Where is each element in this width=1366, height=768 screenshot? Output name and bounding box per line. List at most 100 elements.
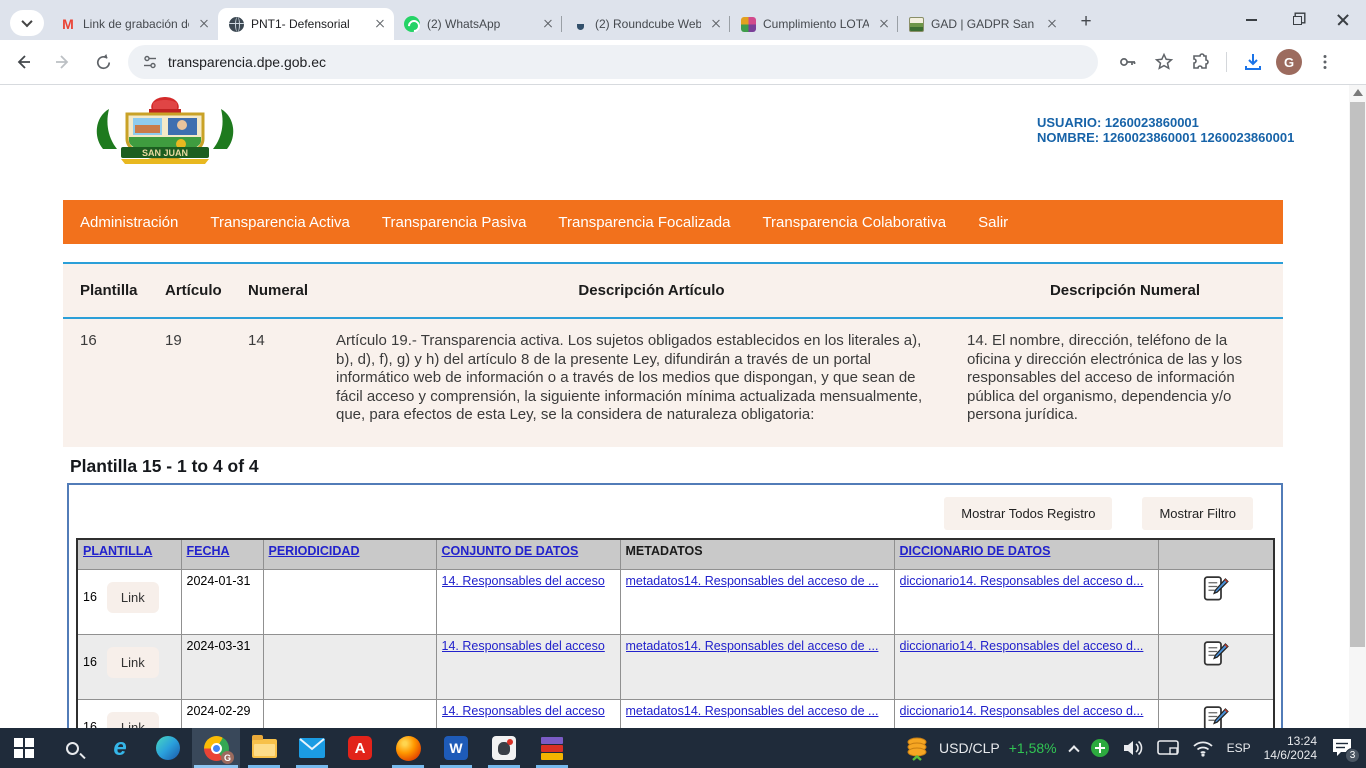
link-button[interactable]: Link (107, 712, 159, 729)
url-text: transparencia.dpe.gob.ec (168, 54, 326, 70)
tab-search-button[interactable] (10, 10, 44, 36)
language-indicator[interactable]: ESP (1227, 741, 1251, 755)
sort-fecha-link[interactable]: FECHA (187, 544, 230, 558)
close-icon[interactable] (540, 16, 556, 32)
taskbar-acrobat[interactable]: A (336, 728, 384, 768)
metadatos-link[interactable]: metadatos14. Responsables del acceso de … (626, 574, 889, 588)
tab-gad[interactable]: GAD | GADPR San Jua (898, 8, 1066, 40)
taskbar-file-explorer[interactable] (240, 728, 288, 768)
scroll-up-icon[interactable] (1353, 89, 1363, 96)
extensions-button[interactable] (1184, 46, 1216, 78)
currency-ticker[interactable]: USD/CLP +1,58% (904, 735, 1057, 761)
antivirus-icon[interactable] (1091, 739, 1109, 757)
roundcube-icon (572, 16, 588, 32)
wifi-icon[interactable] (1192, 740, 1214, 757)
key-icon (1118, 52, 1138, 72)
back-button[interactable] (6, 45, 40, 79)
link-button[interactable]: Link (107, 582, 159, 613)
conjunto-link[interactable]: 14. Responsables del acceso (442, 639, 615, 653)
close-icon[interactable] (196, 16, 212, 32)
window-controls (1228, 0, 1366, 40)
profile-button[interactable]: G (1273, 46, 1305, 78)
menu-button[interactable] (1309, 46, 1341, 78)
time-text: 13:24 (1264, 734, 1317, 748)
mostrar-filtro-button[interactable]: Mostrar Filtro (1142, 497, 1253, 530)
nav-item-administracion[interactable]: Administración (80, 214, 178, 231)
notification-center-button[interactable]: 3 (1330, 735, 1356, 761)
row-periodicidad (263, 699, 436, 728)
taskbar-edge[interactable] (144, 728, 192, 768)
nav-item-transparencia-colaborativa[interactable]: Transparencia Colaborativa (762, 214, 946, 231)
header-descripcion-numeral: Descripción Numeral (967, 282, 1283, 299)
back-icon (14, 53, 32, 71)
avatar: G (1276, 49, 1302, 75)
tab-roundcube[interactable]: (2) Roundcube Webm (562, 8, 730, 40)
diccionario-link[interactable]: diccionario14. Responsables del acceso d… (900, 704, 1153, 718)
cell-plantilla: 16 (63, 332, 165, 425)
sort-periodicidad-link[interactable]: PERIODICIDAD (269, 544, 360, 558)
edit-record-icon[interactable] (1201, 574, 1231, 604)
taskbar-winrar[interactable] (528, 728, 576, 768)
metadatos-link[interactable]: metadatos14. Responsables del acceso de … (626, 639, 889, 653)
close-icon[interactable] (1044, 16, 1060, 32)
diccionario-link[interactable]: diccionario14. Responsables del acceso d… (900, 639, 1153, 653)
scrollbar-thumb[interactable] (1350, 102, 1365, 647)
sort-plantilla-link[interactable]: PLANTILLA (83, 544, 152, 558)
edit-record-icon[interactable] (1201, 639, 1231, 669)
restore-button[interactable] (1274, 0, 1320, 40)
address-bar[interactable]: transparencia.dpe.gob.ec (128, 45, 1098, 79)
minimize-button[interactable] (1228, 0, 1274, 40)
nav-item-salir[interactable]: Salir (978, 214, 1008, 231)
svg-text:SAN JUAN: SAN JUAN (142, 148, 188, 158)
diccionario-link[interactable]: diccionario14. Responsables del acceso d… (900, 574, 1153, 588)
page-scrollbar[interactable] (1349, 85, 1366, 728)
downloads-button[interactable] (1237, 46, 1269, 78)
nav-item-transparencia-pasiva[interactable]: Transparencia Pasiva (382, 214, 527, 231)
browser-toolbar: transparencia.dpe.gob.ec G (0, 40, 1366, 85)
close-window-button[interactable] (1320, 0, 1366, 40)
tab-strip: M Link de grabación de PNT1- Defensorial… (0, 0, 1366, 40)
browser-window: M Link de grabación de PNT1- Defensorial… (0, 0, 1366, 768)
sort-diccionario-link[interactable]: DICCIONARIO DE DATOS (900, 544, 1051, 558)
tab-whatsapp[interactable]: (2) WhatsApp (394, 8, 562, 40)
java-app-icon (492, 736, 516, 760)
taskbar-firefox[interactable] (384, 728, 432, 768)
reload-button[interactable] (86, 45, 120, 79)
mostrar-todos-registro-button[interactable]: Mostrar Todos Registro (944, 497, 1112, 530)
tab-pnt1-active[interactable]: PNT1- Defensorial (218, 8, 394, 40)
password-key-button[interactable] (1112, 46, 1144, 78)
forward-button[interactable] (46, 45, 80, 79)
taskbar-java-app[interactable] (480, 728, 528, 768)
sort-conjunto-link[interactable]: CONJUNTO DE DATOS (442, 544, 579, 558)
taskbar-mail[interactable] (288, 728, 336, 768)
edit-record-icon[interactable] (1201, 704, 1231, 729)
close-icon[interactable] (372, 16, 388, 32)
conjunto-link[interactable]: 14. Responsables del acceso (442, 574, 615, 588)
cast-display-icon[interactable] (1157, 739, 1179, 757)
taskbar-search-button[interactable] (48, 728, 96, 768)
metadatos-link[interactable]: metadatos14. Responsables del acceso de … (626, 704, 889, 718)
tab-gmail[interactable]: M Link de grabación de (50, 8, 218, 40)
records-table: PLANTILLA FECHA PERIODICIDAD CONJUNTO DE… (76, 538, 1275, 728)
nav-item-transparencia-focalizada[interactable]: Transparencia Focalizada (558, 214, 730, 231)
firefox-icon (396, 736, 421, 761)
taskbar-clock[interactable]: 13:24 14/6/2024 (1264, 734, 1317, 762)
nav-item-transparencia-activa[interactable]: Transparencia Activa (210, 214, 350, 231)
conjunto-link[interactable]: 14. Responsables del acceso (442, 704, 615, 718)
new-tab-button[interactable]: + (1072, 8, 1100, 36)
volume-icon[interactable] (1122, 738, 1144, 758)
usuario-line: USUARIO: 1260023860001 (1037, 115, 1294, 130)
bookmark-button[interactable] (1148, 46, 1180, 78)
close-icon[interactable] (708, 16, 724, 32)
san-juan-logo: SAN JUAN (65, 95, 265, 172)
taskbar-ie[interactable]: e (96, 728, 144, 768)
download-icon (1243, 52, 1263, 72)
article-table-row: 16 19 14 Artículo 19.- Transparencia act… (63, 319, 1283, 447)
start-button[interactable] (0, 728, 48, 768)
link-button[interactable]: Link (107, 647, 159, 678)
taskbar-word[interactable]: W (432, 728, 480, 768)
tab-lotaip[interactable]: Cumplimiento LOTAIP (730, 8, 898, 40)
taskbar-chrome-active[interactable]: G (192, 728, 240, 768)
tray-overflow-icon[interactable] (1068, 745, 1079, 756)
close-icon[interactable] (876, 16, 892, 32)
